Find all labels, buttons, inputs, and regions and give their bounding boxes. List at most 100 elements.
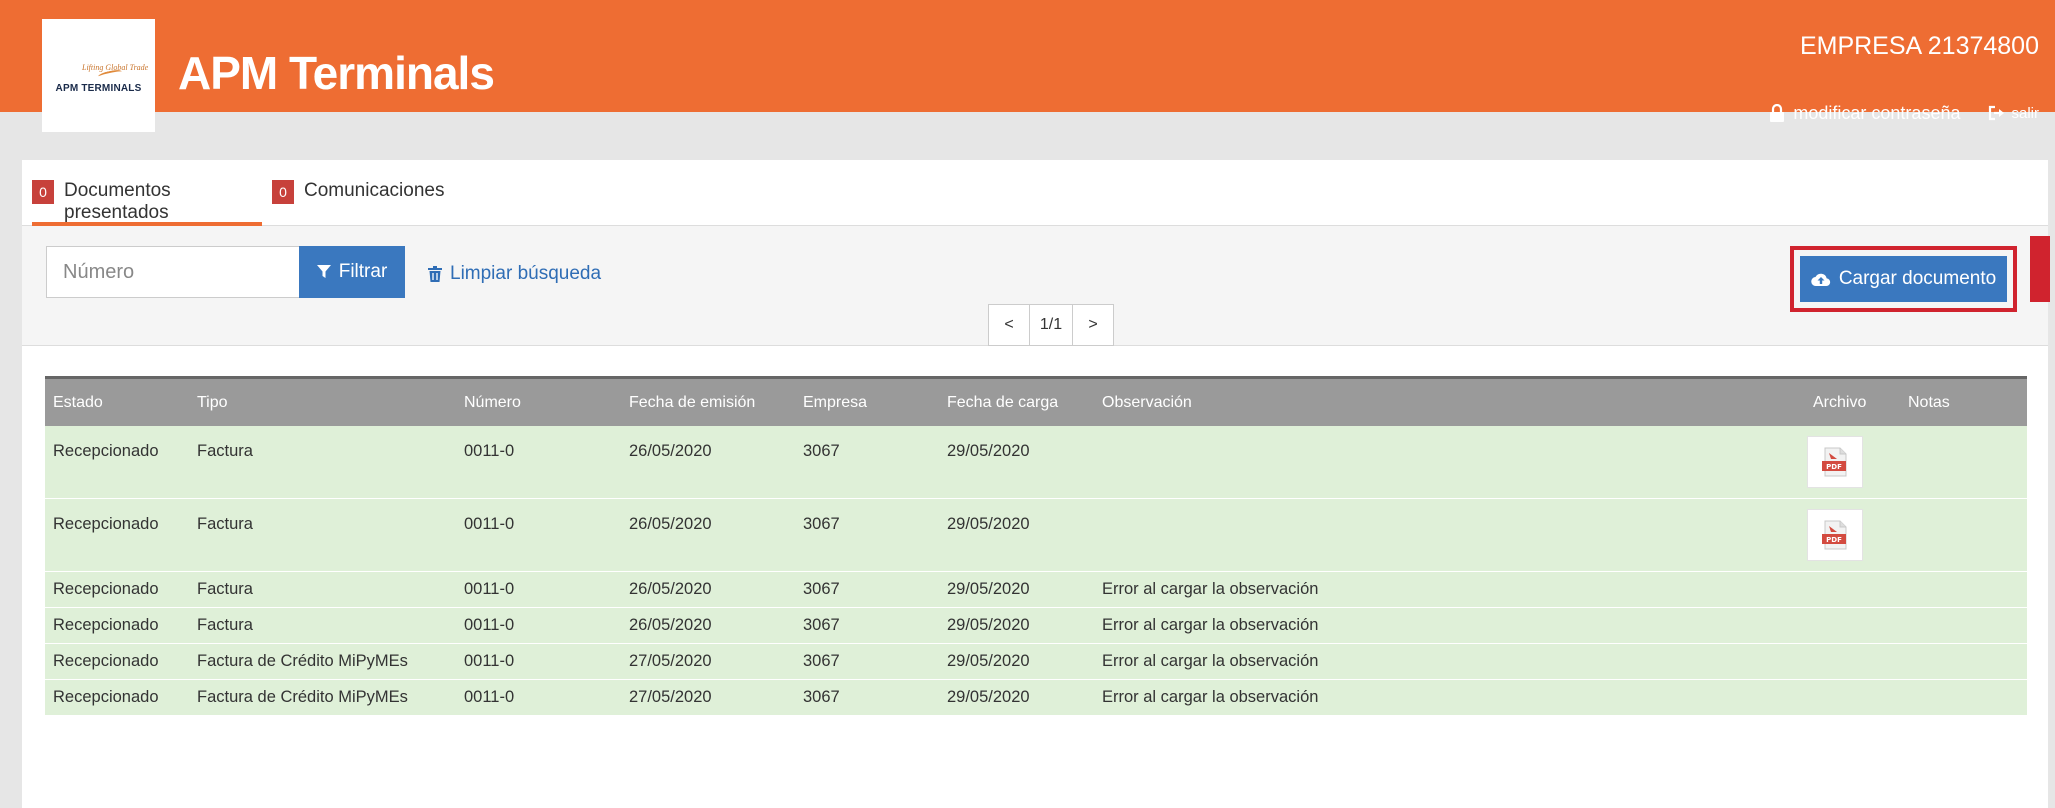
table-row: Recepcionado Factura 0011-0 26/05/2020 3… [45,426,2027,499]
cell-numero: 0011-0 [464,652,515,670]
cell-numero: 0011-0 [464,442,515,460]
cell-tipo: Factura [197,442,253,460]
cell-tipo: Factura de Crédito MiPyMEs [197,688,408,706]
upload-document-button[interactable]: Cargar documento [1800,256,2007,302]
sign-out-icon [1989,105,2005,121]
cell-fecha-emision: 26/05/2020 [629,616,712,634]
cell-empresa: 3067 [803,616,840,634]
column-header-estado[interactable]: Estado [53,379,103,426]
tab-count-badge: 0 [272,180,294,204]
cell-estado: Recepcionado [53,515,159,533]
cell-estado: Recepcionado [53,442,159,460]
clear-search-label: Limpiar búsqueda [450,263,602,284]
cell-tipo: Factura [197,616,253,634]
change-password-label: modificar contraseña [1793,102,1961,123]
column-header-notas[interactable]: Notas [1908,379,1950,426]
cloud-upload-icon [1811,273,1830,287]
next-page-button[interactable]: > [1073,305,1113,345]
tab-documentos-presentados[interactable]: 0 Documentos presentados [32,178,262,226]
cell-fecha-emision: 26/05/2020 [629,515,712,533]
cell-observacion: Error al cargar la observación [1102,580,1319,598]
cell-fecha-emision: 26/05/2020 [629,580,712,598]
cell-empresa: 3067 [803,688,840,706]
table-row: Recepcionado Factura 0011-0 26/05/2020 3… [45,608,2027,644]
tab-label: Comunicaciones [304,180,445,201]
svg-text:PDF: PDF [1826,463,1842,471]
cell-observacion: Error al cargar la observación [1102,652,1319,670]
highlight-marker [2030,236,2050,302]
filter-icon [316,265,331,278]
tab-comunicaciones[interactable]: 0 Comunicaciones [272,178,444,226]
cell-observacion: Error al cargar la observación [1102,688,1319,706]
header-links: modificar contraseña salir [1769,100,2039,126]
tab-label: Documentos presentados [64,180,171,223]
cell-empresa: 3067 [803,652,840,670]
cell-empresa: 3067 [803,515,840,533]
filter-button-label: Filtrar [338,261,388,282]
cell-observacion: Error al cargar la observación [1102,616,1319,634]
table-row: Recepcionado Factura 0011-0 26/05/2020 3… [45,572,2027,608]
company-logo: Lifting Global Trade APM TERMINALS [42,19,155,132]
table-row: Recepcionado Factura de Crédito MiPyMEs … [45,680,2027,716]
cell-fecha-carga: 29/05/2020 [947,442,1030,460]
clear-search-link[interactable]: Limpiar búsqueda [428,263,601,285]
cell-fecha-carga: 29/05/2020 [947,652,1030,670]
current-page: 1/1 [1029,305,1073,345]
tab-count-badge: 0 [32,180,54,204]
table-row: Recepcionado Factura de Crédito MiPyMEs … [45,644,2027,680]
app-header: Lifting Global Trade APM TERMINALS APM T… [0,0,2055,132]
logout-label: salir [2011,104,2039,122]
trash-icon [428,266,442,282]
filter-button[interactable]: Filtrar [299,246,405,298]
column-header-fecha-emision[interactable]: Fecha de emisión [629,379,755,426]
cell-tipo: Factura de Crédito MiPyMEs [197,652,408,670]
main-panel: 0 Documentos presentados 0 Comunicacione… [22,160,2050,808]
cell-numero: 0011-0 [464,580,515,598]
cell-empresa: 3067 [803,442,840,460]
column-header-observacion[interactable]: Observación [1102,379,1192,426]
cell-numero: 0011-0 [464,688,515,706]
logo-text: APM TERMINALS [55,83,142,94]
company-name: EMPRESA 21374800 [1799,32,2039,60]
pdf-file-button[interactable]: PDF [1807,509,1863,561]
upload-document-label: Cargar documento [1838,268,1997,289]
table-header: Estado Tipo Número Fecha de emisión Empr… [45,376,2027,426]
pdf-icon: PDF [1822,447,1847,477]
pdf-icon: PDF [1822,520,1847,550]
pdf-file-button[interactable]: PDF [1807,436,1863,488]
cell-fecha-emision: 27/05/2020 [629,688,712,706]
cell-fecha-carga: 29/05/2020 [947,515,1030,533]
upload-highlight-box: Cargar documento [1790,246,2017,312]
documents-table: Estado Tipo Número Fecha de emisión Empr… [45,376,2027,716]
cell-numero: 0011-0 [464,616,515,634]
cell-estado: Recepcionado [53,688,159,706]
cell-fecha-emision: 27/05/2020 [629,652,712,670]
cell-estado: Recepcionado [53,616,159,634]
table-row: Recepcionado Factura 0011-0 26/05/2020 3… [45,499,2027,572]
pagination: < 1/1 > [988,304,1114,346]
column-header-tipo[interactable]: Tipo [197,379,228,426]
app-title: APM Terminals [178,47,495,99]
cell-estado: Recepcionado [53,580,159,598]
prev-page-button[interactable]: < [989,305,1029,345]
cell-fecha-carga: 29/05/2020 [947,616,1030,634]
lock-icon [1770,104,1785,122]
change-password-link[interactable]: modificar contraseña [1769,103,1960,124]
cell-empresa: 3067 [803,580,840,598]
cell-fecha-carga: 29/05/2020 [947,580,1030,598]
column-header-numero[interactable]: Número [464,379,521,426]
cell-fecha-carga: 29/05/2020 [947,688,1030,706]
cell-numero: 0011-0 [464,515,515,533]
filter-toolbar: Filtrar Limpiar búsqueda < 1/1 > Cargar … [22,226,2050,346]
logout-link[interactable]: salir [1988,105,2039,122]
tab-bar: 0 Documentos presentados 0 Comunicacione… [22,160,2048,226]
column-header-empresa[interactable]: Empresa [803,379,867,426]
cell-tipo: Factura [197,515,253,533]
svg-text:PDF: PDF [1826,536,1842,544]
cell-fecha-emision: 26/05/2020 [629,442,712,460]
search-number-input[interactable] [46,246,300,298]
cell-tipo: Factura [197,580,253,598]
column-header-fecha-carga[interactable]: Fecha de carga [947,379,1058,426]
column-header-archivo[interactable]: Archivo [1813,379,1866,426]
cell-estado: Recepcionado [53,652,159,670]
